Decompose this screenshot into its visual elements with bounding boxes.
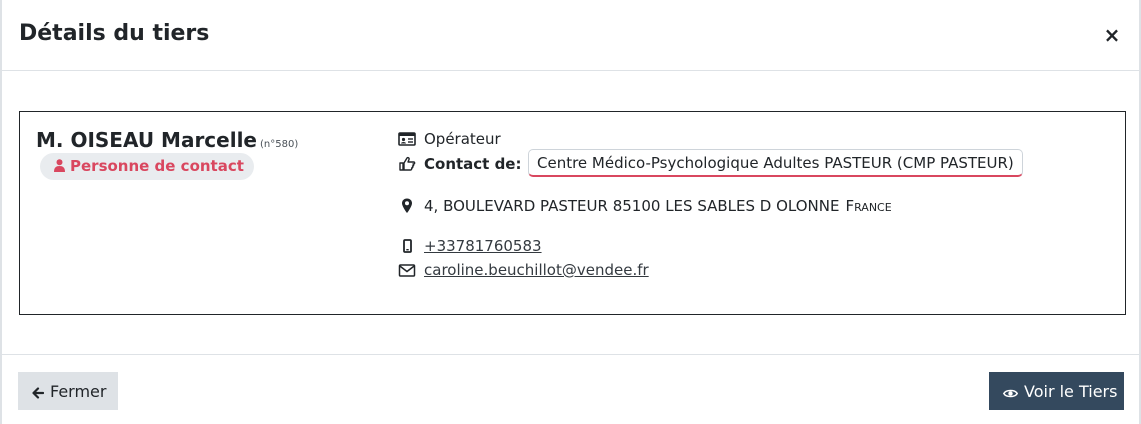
modal-footer: Fermer Voir le Tiers — [2, 354, 1139, 424]
id-card-icon — [398, 132, 416, 146]
badge-label: Personne de contact — [70, 157, 244, 175]
close-button[interactable]: Fermer — [18, 372, 118, 410]
country-text: France — [845, 197, 892, 215]
tiers-name-heading: M. OISEAU Marcelle (n°580) — [36, 128, 298, 152]
phone-link[interactable]: +33781760583 — [424, 237, 542, 255]
modal-header: Détails du tiers × — [2, 0, 1139, 71]
tiers-number: (n°580) — [260, 139, 299, 150]
eye-icon — [1003, 389, 1018, 397]
view-tiers-button-label: Voir le Tiers — [1024, 381, 1118, 401]
contact-label: Contact de: — [424, 155, 522, 173]
view-tiers-button[interactable]: Voir le Tiers — [989, 372, 1124, 410]
arrow-left-icon — [32, 386, 44, 399]
address-line: 4, BOULEVARD PASTEUR 85100 LES SABLES D … — [424, 197, 892, 215]
envelope-icon — [398, 264, 416, 277]
hand-pointing-icon — [399, 156, 416, 171]
mobile-phone-icon — [403, 239, 412, 253]
role-text: Opérateur — [424, 130, 501, 148]
close-icon[interactable]: × — [1103, 24, 1121, 46]
tiers-name: M. OISEAU Marcelle — [36, 128, 257, 152]
contact-person-badge: Personne de contact — [40, 153, 254, 180]
contact-row: Contact de: Centre Médico-Psychologique … — [398, 149, 1098, 177]
close-button-label: Fermer — [50, 381, 107, 401]
map-marker-icon — [402, 198, 412, 213]
user-icon — [54, 159, 65, 172]
modal-title: Détails du tiers — [19, 21, 210, 46]
email-link[interactable]: caroline.beuchillot@vendee.fr — [424, 261, 649, 279]
address-text: 4, BOULEVARD PASTEUR 85100 LES SABLES D … — [424, 197, 840, 215]
contact-organization-chip[interactable]: Centre Médico-Psychologique Adultes PAST… — [528, 149, 1023, 177]
tiers-details-modal: Détails du tiers × M. OISEAU Marcelle (n°… — [0, 0, 1141, 424]
tiers-card: M. OISEAU Marcelle (n°580) Personne de co… — [19, 111, 1126, 315]
